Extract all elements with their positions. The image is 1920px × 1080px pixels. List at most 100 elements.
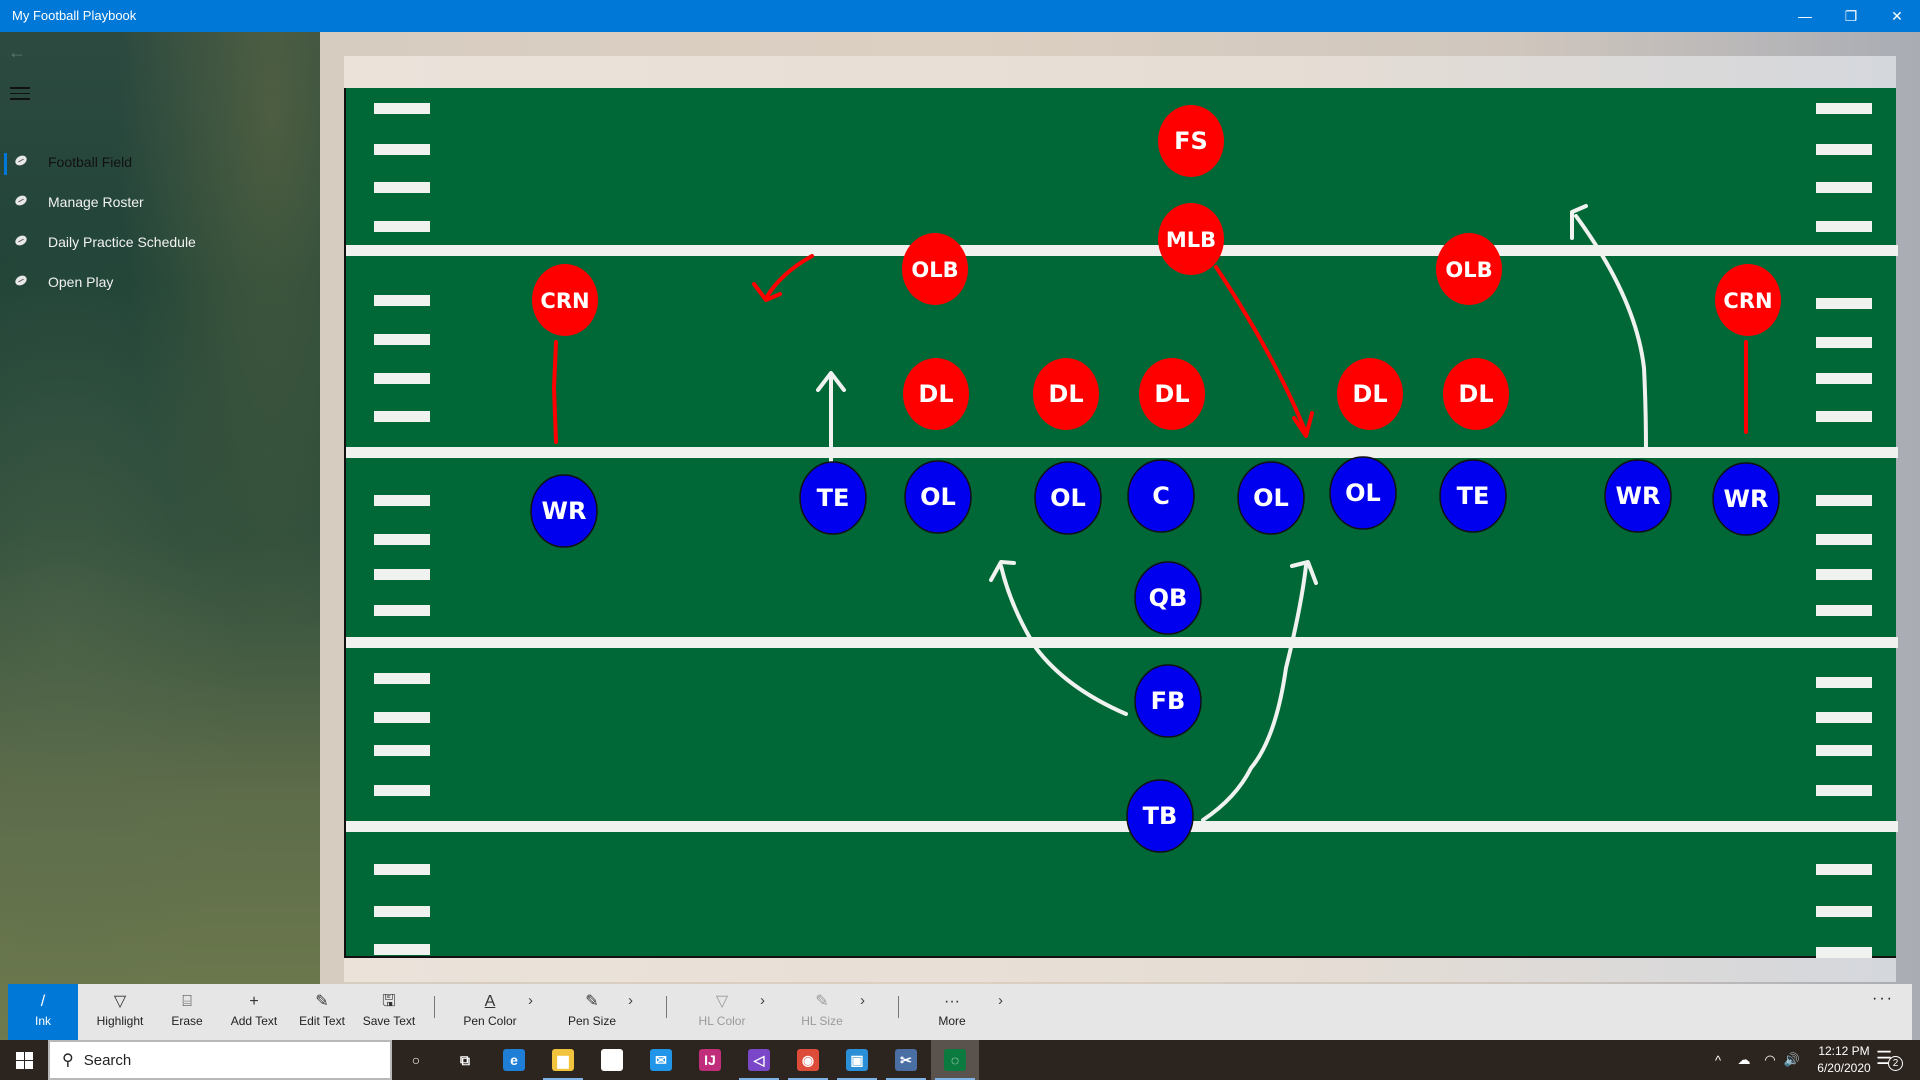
back-button[interactable]: ←: [8, 42, 32, 66]
chevron-up-icon: ^: [1714, 1052, 1722, 1068]
hash-mark: [374, 864, 430, 875]
field-drawing[interactable]: FS MLB OLB OLB CRN CRN DL DL DL DL DL WR TE OL OL C OL OL…: [346, 88, 1898, 958]
pen-size-button[interactable]: ✎ Pen Size: [552, 984, 632, 1040]
more-chevron-icon[interactable]: ›: [998, 992, 1003, 1009]
hl-size-chevron-icon[interactable]: ›: [860, 992, 865, 1009]
defense-player-dl[interactable]: DL: [1139, 358, 1205, 430]
hash-mark: [1816, 221, 1872, 232]
pen-color-chevron-icon[interactable]: ›: [528, 992, 533, 1009]
offense-player-ol[interactable]: OL: [1329, 456, 1397, 530]
show-hidden-icons-button[interactable]: ^: [1708, 1040, 1728, 1080]
taskbar-app-snipping-tool[interactable]: ✂: [882, 1040, 930, 1080]
highlighter-icon: ▽: [113, 993, 127, 1010]
onedrive-tray[interactable]: ☁: [1732, 1040, 1756, 1080]
defense-player-crn[interactable]: CRN: [1715, 264, 1781, 336]
taskbar-app-intellij[interactable]: IJ: [686, 1040, 734, 1080]
player-label: WR: [542, 497, 587, 525]
hamburger-menu-button[interactable]: [10, 87, 30, 101]
taskbar-search-box[interactable]: ⚲ Search: [48, 1040, 392, 1080]
start-button[interactable]: [0, 1040, 48, 1080]
taskbar-app-visual-studio[interactable]: ◁: [735, 1040, 783, 1080]
offense-player-qb[interactable]: QB: [1134, 561, 1202, 635]
close-button[interactable]: ✕: [1874, 0, 1920, 32]
taskbar-app-task-view[interactable]: ⧉: [441, 1040, 489, 1080]
highlight-button[interactable]: ▽ Highlight: [84, 984, 156, 1040]
defense-player-mlb[interactable]: MLB: [1158, 203, 1224, 275]
save-text-label: Save Text: [362, 1014, 416, 1028]
taskbar-app-intel-graphics[interactable]: ▣: [833, 1040, 881, 1080]
pen-size-chevron-icon[interactable]: ›: [628, 992, 633, 1009]
football-field[interactable]: FS MLB OLB OLB CRN CRN DL DL DL DL DL WR TE OL OL C OL OL…: [344, 88, 1898, 958]
hash-mark: [1816, 712, 1872, 723]
selection-indicator: [4, 153, 7, 175]
pencil-icon: ✎: [315, 993, 329, 1010]
overflow-menu-icon[interactable]: ···: [1872, 990, 1894, 1008]
offense-player-ol[interactable]: OL: [1034, 461, 1102, 535]
offense-player-wr[interactable]: WR: [1604, 459, 1672, 533]
taskbar-app-cortana[interactable]: ○: [392, 1040, 440, 1080]
edit-text-button[interactable]: ✎ Edit Text: [288, 984, 356, 1040]
offense-player-te[interactable]: TE: [799, 461, 867, 535]
player-label: CRN: [540, 289, 589, 313]
player-label: DL: [1458, 380, 1493, 408]
offense-player-fb[interactable]: FB: [1134, 664, 1202, 738]
offense-player-wr[interactable]: WR: [1712, 462, 1780, 536]
defense-player-dl[interactable]: DL: [1033, 358, 1099, 430]
crn-left-route: [551, 340, 558, 444]
save-text-button[interactable]: 🖫 Save Text: [354, 984, 424, 1040]
defense-player-dl[interactable]: DL: [903, 358, 969, 430]
offense-player-ol[interactable]: OL: [904, 460, 972, 534]
offense-player-tb[interactable]: TB: [1126, 779, 1194, 853]
taskbar-app-file-explorer[interactable]: ▆: [539, 1040, 587, 1080]
defense-player-fs[interactable]: FS: [1158, 105, 1224, 177]
ink-button[interactable]: / Ink: [8, 984, 78, 1040]
minimize-button[interactable]: —: [1782, 0, 1828, 32]
defense-player-crn[interactable]: CRN: [532, 264, 598, 336]
offense-player-ol[interactable]: OL: [1237, 461, 1305, 535]
pen-color-label: Pen Color: [463, 1014, 517, 1028]
nav-item-daily-practice-schedule[interactable]: Daily Practice Schedule: [0, 223, 320, 263]
pen-size-label: Pen Size: [567, 1014, 617, 1028]
pen-icon: ✎: [585, 993, 599, 1010]
separator: [898, 996, 899, 1018]
restore-button[interactable]: ❐: [1828, 0, 1874, 32]
nav-item-manage-roster[interactable]: Manage Roster: [0, 183, 320, 223]
hash-mark: [374, 103, 430, 114]
action-center-button[interactable]: ☰ 2: [1876, 1048, 1903, 1072]
hl-color-chevron-icon[interactable]: ›: [760, 992, 765, 1009]
player-label: WR: [1724, 485, 1769, 513]
defense-player-dl[interactable]: DL: [1337, 358, 1403, 430]
hl-color-button[interactable]: ▽ HL Color: [682, 984, 762, 1040]
nav-item-football-field[interactable]: Football Field: [0, 143, 320, 183]
offense-player-c[interactable]: C: [1127, 459, 1195, 533]
hash-mark: [374, 182, 430, 193]
defense-player-olb[interactable]: OLB: [1436, 233, 1502, 305]
taskbar-app-football-playbook[interactable]: ◌: [931, 1040, 979, 1080]
yard-line: [346, 637, 1898, 648]
highlight-label: Highlight: [96, 1014, 144, 1028]
volume-tray[interactable]: 🔊: [1780, 1040, 1804, 1080]
hash-mark: [374, 221, 430, 232]
offense-player-wr[interactable]: WR: [530, 474, 598, 548]
nav-item-open-play[interactable]: Open Play: [0, 263, 320, 303]
taskbar-app-chrome[interactable]: ◉: [784, 1040, 832, 1080]
minimize-icon: —: [1798, 8, 1812, 24]
offense-player-te[interactable]: TE: [1439, 459, 1507, 533]
pen-color-button[interactable]: A Pen Color: [450, 984, 530, 1040]
more-button[interactable]: ··· More: [914, 984, 990, 1040]
defense-player-olb[interactable]: OLB: [902, 233, 968, 305]
taskbar-app-store[interactable]: ▦: [588, 1040, 636, 1080]
network-tray[interactable]: ◠: [1760, 1040, 1780, 1080]
erase-button[interactable]: ⌸ Erase: [154, 984, 220, 1040]
hl-size-button[interactable]: ✎ HL Size: [782, 984, 862, 1040]
hash-mark: [374, 569, 430, 580]
taskbar-app-mail[interactable]: ✉: [637, 1040, 685, 1080]
hash-mark: [374, 334, 430, 345]
hash-mark: [1816, 373, 1872, 384]
taskbar-app-edge[interactable]: e: [490, 1040, 538, 1080]
title-bar: My Football Playbook — ❐ ✕: [0, 0, 1920, 32]
defense-player-dl[interactable]: DL: [1443, 358, 1509, 430]
taskbar-clock[interactable]: 12:12 PM 6/20/2020: [1804, 1043, 1884, 1077]
file-explorer-icon: ▆: [552, 1049, 574, 1071]
add-text-button[interactable]: + Add Text: [220, 984, 288, 1040]
